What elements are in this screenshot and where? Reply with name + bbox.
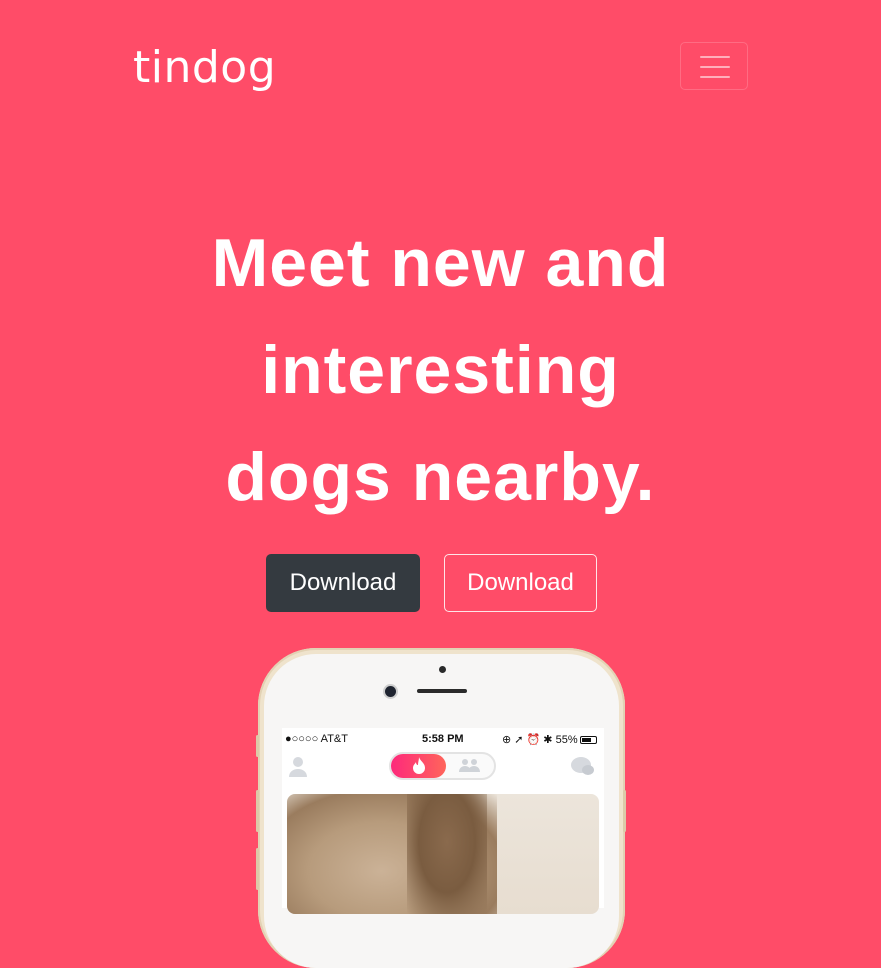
group-icon[interactable] [458, 758, 482, 775]
status-icons: ⊕ ➚ ⏰ ✱ 55% [502, 734, 578, 746]
battery-percent: 55% [555, 734, 578, 746]
hamburger-menu-icon [700, 56, 730, 58]
hamburger-menu-icon-bar [700, 76, 730, 78]
chat-bubbles-icon[interactable] [570, 756, 596, 778]
phone-sensor [439, 666, 446, 673]
brand-logo[interactable]: tindog [133, 40, 276, 96]
dog-profile-photo[interactable] [287, 794, 599, 914]
phone-side-button [256, 848, 259, 890]
battery-icon [580, 736, 597, 744]
phone-camera [385, 686, 396, 697]
flame-icon[interactable] [391, 754, 446, 778]
hamburger-menu-icon-bar [700, 66, 730, 68]
phone-screen: ●○○○○ AT&T 5:58 PM ⊕ ➚ ⏰ ✱ 55% [282, 728, 604, 914]
user-icon[interactable] [288, 756, 308, 778]
status-time: 5:58 PM [422, 733, 464, 745]
phone-side-button [623, 790, 626, 832]
headline-line: dogs nearby. [225, 439, 656, 515]
headline-line: Meet new and [211, 225, 670, 301]
app-mode-toggle[interactable] [389, 752, 496, 780]
status-carrier: ●○○○○ AT&T [285, 733, 348, 745]
status-bar: ●○○○○ AT&T 5:58 PM ⊕ ➚ ⏰ ✱ 55% [282, 730, 604, 748]
phone-side-button [256, 735, 259, 757]
download-button-secondary[interactable]: Download [444, 554, 597, 612]
hero-headline: Meet new and interesting dogs nearby. [0, 210, 881, 531]
dog-ear-shading [407, 794, 487, 914]
phone-speaker [417, 689, 467, 693]
headline-line: interesting [261, 332, 620, 408]
navbar-toggler-button[interactable] [680, 42, 748, 90]
phone-side-button [256, 790, 259, 832]
download-button-primary[interactable]: Download [266, 554, 420, 612]
